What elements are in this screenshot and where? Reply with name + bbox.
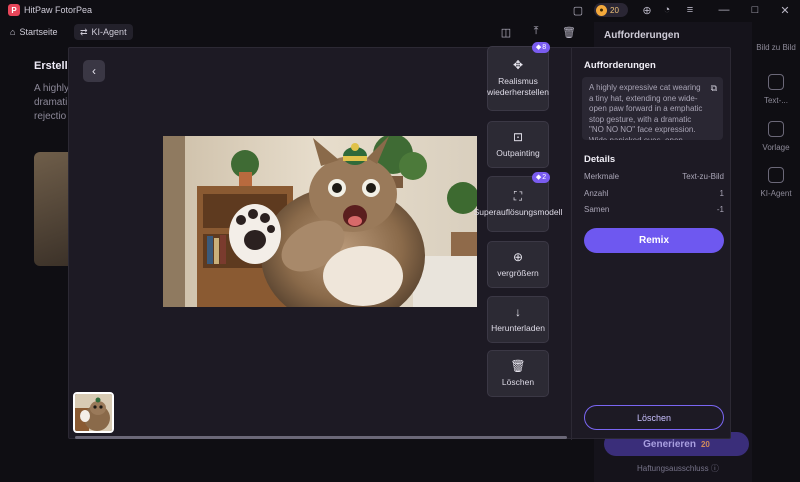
badge-count: 8	[542, 44, 547, 51]
rail-item-label: KI-Agent	[760, 189, 792, 198]
menu-icon[interactable]: ≡	[683, 3, 697, 17]
rail-item-label: Vorlage	[762, 143, 790, 152]
chevron-left-icon: ‹	[92, 64, 96, 78]
delete-icon[interactable]: 🗑	[562, 25, 576, 39]
outpainting-icon: ⊡	[512, 129, 524, 144]
disclaimer-link[interactable]: Haftungsausschluss ⓘ	[637, 463, 719, 474]
rail-item-label: Text-...	[763, 96, 788, 105]
delete-button[interactable]: Löschen	[584, 405, 724, 430]
detail-row: Anzahl 1	[584, 189, 724, 198]
tool-outpainting[interactable]: ⊡ Outpainting	[487, 121, 549, 168]
detail-value: -1	[716, 205, 724, 214]
image-preview-modal: ‹ ◆ 8 ✥ Realismus wiederherstellen ⊡ Out…	[68, 42, 732, 440]
details-heading: Details	[584, 154, 616, 165]
generate-label: Generieren	[643, 438, 696, 450]
credit-badge: ◆ 8	[532, 42, 550, 53]
rail-item-text[interactable]: Text-...	[752, 74, 800, 105]
zoom-icon: ⊕	[512, 249, 524, 264]
tool-download[interactable]: ↓ Herunterladen	[487, 296, 549, 343]
tool-zoom[interactable]: ⊕ vergrößern	[487, 241, 549, 288]
disclaimer-label: Haftungsausschluss	[637, 464, 709, 473]
app-logo: P	[8, 4, 20, 16]
details-panel: Aufforderungen A highly expressive cat w…	[571, 48, 732, 440]
upload-icon[interactable]: ⤒	[529, 24, 543, 38]
remix-label: Remix	[638, 235, 669, 246]
detail-label: Samen	[584, 205, 610, 214]
tool-label: Realismus wiederherstellen	[487, 76, 549, 97]
rail-item-image-to-image[interactable]: Bild zu Bild	[752, 43, 800, 52]
app-title: HitPaw FotorPea	[24, 5, 93, 15]
tool-label: vergrößern	[497, 267, 539, 278]
generated-image	[163, 136, 477, 307]
generate-cost: 20	[700, 439, 710, 449]
home-icon: ⌂	[10, 27, 16, 37]
coin-balance[interactable]: ● 20	[594, 3, 628, 17]
badge-count: 2	[542, 174, 547, 181]
detail-row: Samen -1	[584, 205, 724, 214]
tool-delete[interactable]: 🗑 Löschen	[487, 350, 549, 397]
restore-icon: ✥	[512, 58, 524, 72]
prompt-text-box: A highly expressive cat wearing a tiny h…	[582, 77, 723, 140]
tool-label: Löschen	[501, 376, 535, 387]
image-thumbnail[interactable]	[73, 392, 114, 433]
nav-home-label: Startseite	[19, 27, 58, 37]
agent-icon	[768, 167, 784, 183]
minimize-icon[interactable]: —	[717, 3, 731, 17]
nav-agent[interactable]: ⇄ KI-Agent	[74, 24, 133, 40]
download-icon: ↓	[515, 304, 521, 319]
nav-bar: ⌂ Startseite ⇄ KI-Agent ◫ ⤒ 🗑	[0, 22, 590, 42]
text-icon	[768, 74, 784, 90]
detail-label: Merkmale	[584, 172, 620, 181]
tool-restore-realism[interactable]: ◆ 8 ✥ Realismus wiederherstellen	[487, 42, 550, 111]
nav-home[interactable]: ⌂ Startseite	[4, 24, 63, 40]
coin-count: 20	[610, 5, 619, 15]
trash-icon: 🗑	[510, 358, 526, 373]
back-button[interactable]: ‹	[83, 60, 105, 82]
add-icon[interactable]: ⊕	[640, 3, 654, 17]
prompt-text: A highly expressive cat wearing a tiny h…	[589, 83, 703, 140]
rail-item-template[interactable]: Vorlage	[752, 121, 800, 152]
rail-item-agent[interactable]: KI-Agent	[752, 167, 800, 198]
thumbnail-preview	[75, 394, 112, 431]
horizontal-scrollbar[interactable]	[75, 436, 567, 439]
agent-icon: ⇄	[80, 26, 88, 37]
tool-label: Outpainting	[496, 147, 540, 158]
template-icon	[768, 121, 784, 137]
detail-label: Anzahl	[584, 189, 609, 198]
credit-badge: ◆ 2	[532, 172, 550, 183]
profile-icon[interactable]: ◔	[660, 3, 674, 17]
tool-superresolution[interactable]: ◆ 2 ⛶ Superauflösungsmodell	[474, 172, 562, 232]
cat-photo-illustration	[163, 136, 477, 307]
delete-label: Löschen	[636, 412, 672, 423]
close-icon[interactable]: ✕	[778, 3, 792, 17]
detail-row: Merkmale Text-zu-Bild	[584, 172, 724, 181]
window-icon[interactable]: ▢	[571, 3, 585, 17]
detail-value: Text-zu-Bild	[682, 172, 724, 181]
detail-value: 1	[719, 189, 724, 198]
prompts-heading: Aufforderungen	[584, 60, 656, 71]
superresolution-icon: ⛶	[513, 189, 523, 203]
maximize-icon[interactable]: □	[748, 3, 762, 17]
prompt-panel-title: Aufforderungen	[604, 30, 680, 41]
rail-item-label: Bild zu Bild	[756, 43, 796, 52]
copy-icon[interactable]: ⧉	[711, 83, 717, 94]
remix-button[interactable]: Remix	[584, 228, 724, 253]
tool-label: Superauflösungsmodell	[473, 207, 563, 217]
coin-icon: ●	[596, 4, 607, 16]
title-bar: P HitPaw FotorPea ▢ ● 20 ⊕ ◔ ≡ — □ ✕	[0, 0, 800, 20]
tool-label: Herunterladen	[491, 322, 545, 333]
layout-icon[interactable]: ◫	[499, 25, 513, 39]
nav-agent-label: KI-Agent	[91, 27, 127, 37]
